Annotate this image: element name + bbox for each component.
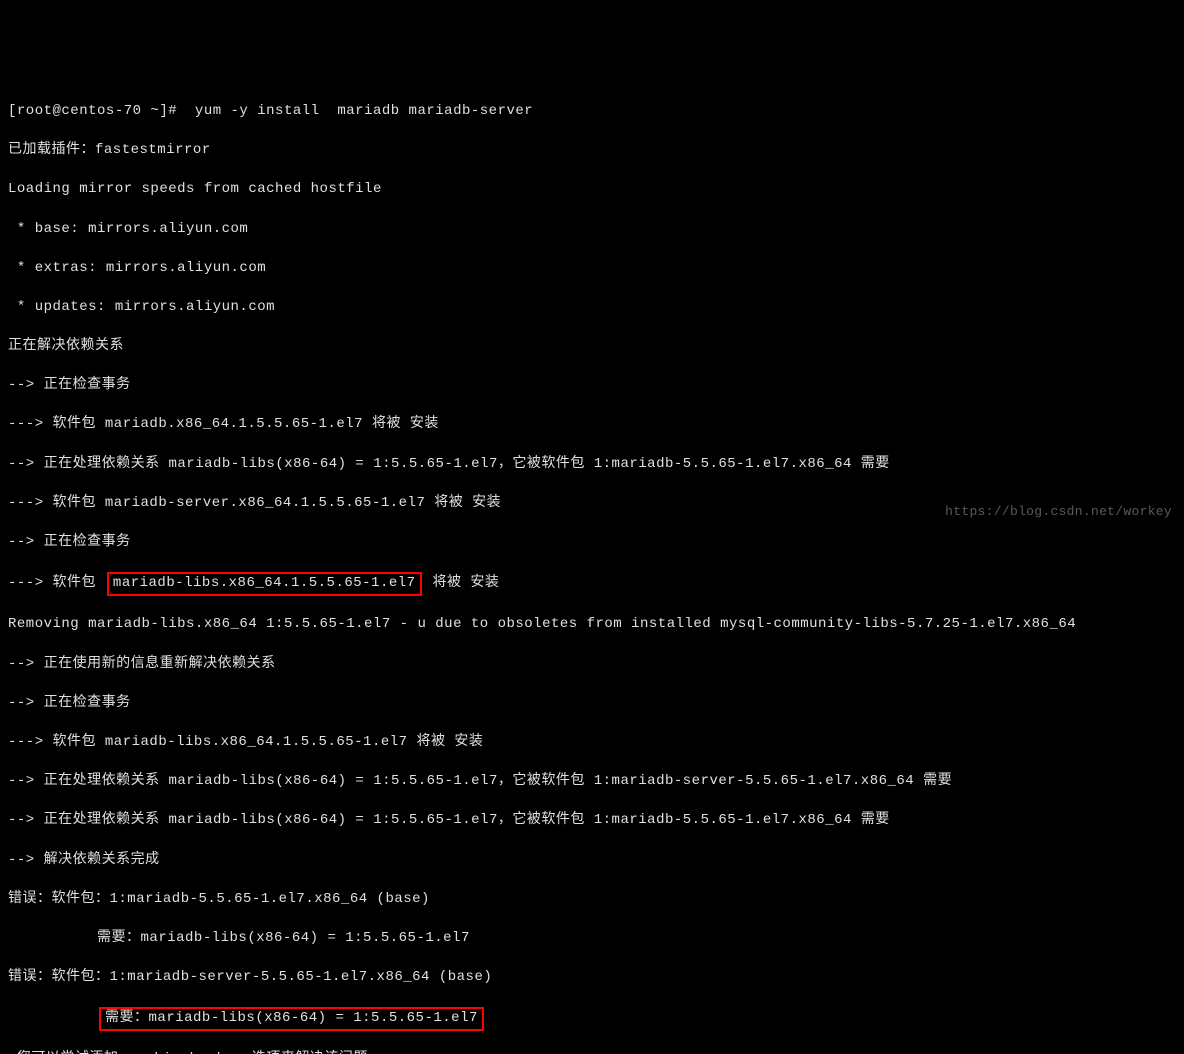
- terminal-line: --> 正在处理依赖关系 mariadb-libs(x86-64) = 1:5.…: [8, 811, 1176, 831]
- watermark-text: https://blog.csdn.net/workey: [945, 503, 1172, 521]
- terminal-line: --> 正在检查事务: [8, 376, 1176, 396]
- terminal-line: --> 正在使用新的信息重新解决依赖关系: [8, 655, 1176, 675]
- terminal-text: [8, 1010, 97, 1026]
- highlighted-requirement: 需要：mariadb-libs(x86-64) = 1:5.5.65-1.el7: [99, 1007, 484, 1031]
- terminal-line: [root@centos-70 ~]# yum -y install maria…: [8, 102, 1176, 122]
- terminal-line: ---> 软件包 mariadb.x86_64.1.5.5.65-1.el7 将…: [8, 415, 1176, 435]
- terminal-line: --> 解决依赖关系完成: [8, 851, 1176, 871]
- terminal-output[interactable]: [root@centos-70 ~]# yum -y install maria…: [8, 82, 1176, 1054]
- terminal-text: 将被 安装: [424, 575, 500, 591]
- terminal-line: 已加载插件：fastestmirror: [8, 141, 1176, 161]
- terminal-line: 错误：软件包：1:mariadb-5.5.65-1.el7.x86_64 (ba…: [8, 890, 1176, 910]
- terminal-line: Loading mirror speeds from cached hostfi…: [8, 180, 1176, 200]
- terminal-line: 错误：软件包：1:mariadb-server-5.5.65-1.el7.x86…: [8, 968, 1176, 988]
- terminal-line: * base: mirrors.aliyun.com: [8, 220, 1176, 240]
- terminal-line: 需要：mariadb-libs(x86-64) = 1:5.5.65-1.el7: [8, 929, 1176, 949]
- terminal-line: --> 正在处理依赖关系 mariadb-libs(x86-64) = 1:5.…: [8, 455, 1176, 475]
- terminal-line: * updates: mirrors.aliyun.com: [8, 298, 1176, 318]
- terminal-text: ---> 软件包: [8, 575, 105, 591]
- highlighted-package: mariadb-libs.x86_64.1.5.5.65-1.el7: [107, 572, 422, 596]
- terminal-line: Removing mariadb-libs.x86_64 1:5.5.65-1.…: [8, 615, 1176, 635]
- terminal-line: * extras: mirrors.aliyun.com: [8, 259, 1176, 279]
- terminal-line: 您可以尝试添加 --skip-broken 选项来解决该问题: [8, 1050, 1176, 1054]
- terminal-line: 正在解决依赖关系: [8, 337, 1176, 357]
- terminal-line: --> 正在检查事务: [8, 533, 1176, 553]
- terminal-line: ---> 软件包 mariadb-libs.x86_64.1.5.5.65-1.…: [8, 572, 1176, 596]
- terminal-line: 需要：mariadb-libs(x86-64) = 1:5.5.65-1.el7: [8, 1007, 1176, 1031]
- terminal-line: ---> 软件包 mariadb-libs.x86_64.1.5.5.65-1.…: [8, 733, 1176, 753]
- terminal-line: --> 正在检查事务: [8, 694, 1176, 714]
- terminal-line: --> 正在处理依赖关系 mariadb-libs(x86-64) = 1:5.…: [8, 772, 1176, 792]
